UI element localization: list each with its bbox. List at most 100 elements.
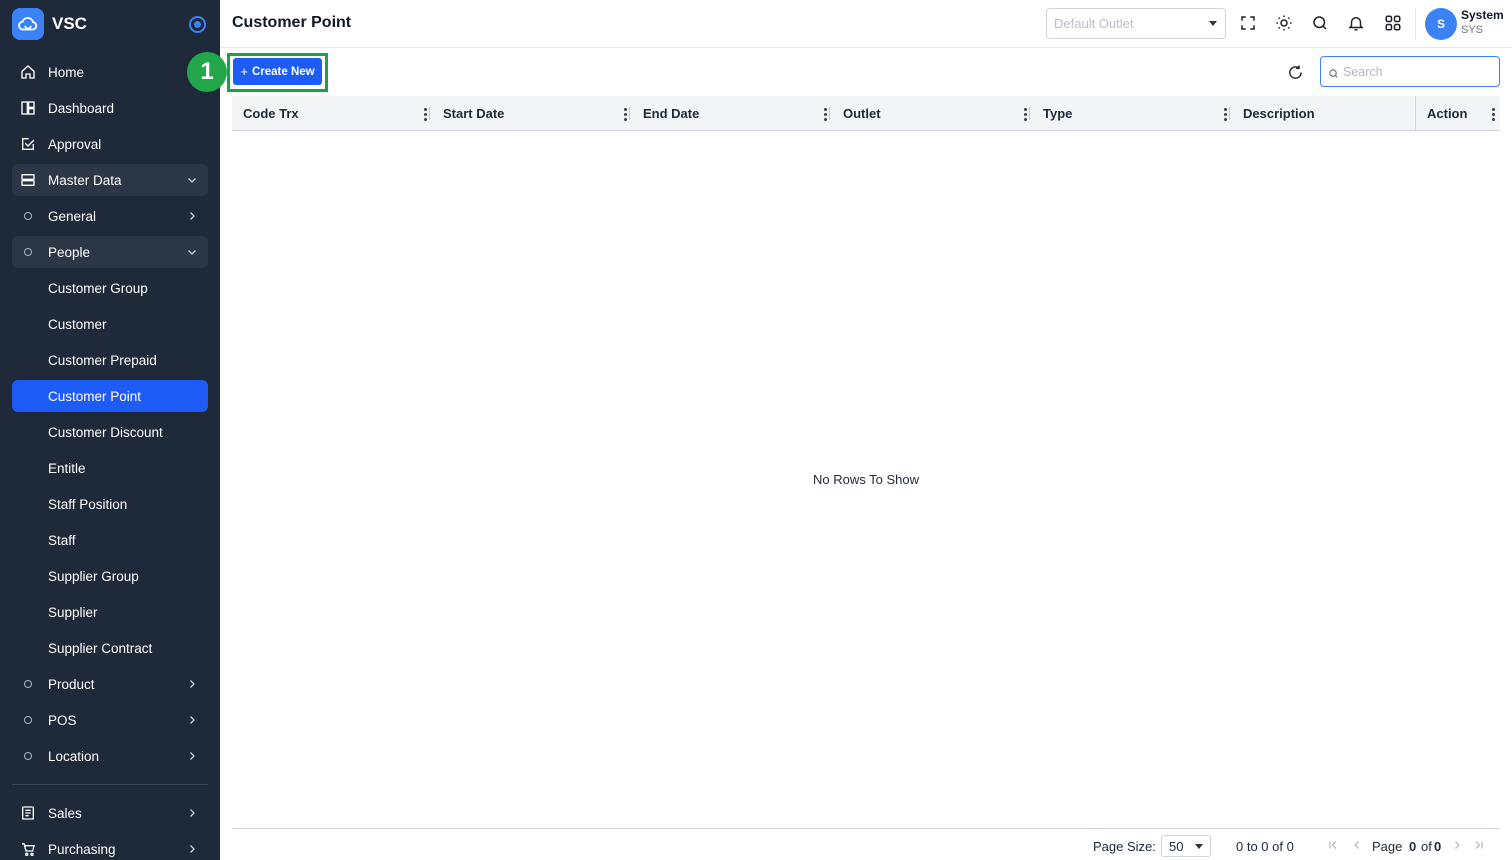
sidebar-item-supplier-contract[interactable]: Supplier Contract — [12, 632, 208, 664]
sidebar-item-label: Master Data — [48, 172, 122, 188]
next-page-icon[interactable] — [1450, 838, 1464, 852]
user-name[interactable]: System — [1461, 8, 1504, 22]
sidebar-item-staff-position[interactable]: Staff Position — [12, 488, 208, 520]
apps-grid-icon[interactable] — [1382, 12, 1404, 34]
create-new-label: Create New — [251, 65, 315, 78]
sidebar-item-label: Customer Group — [48, 280, 148, 296]
sidebar-item-approval[interactable]: Approval — [12, 128, 208, 160]
column-menu-icon[interactable] — [1487, 106, 1499, 122]
column-label: Code Trx — [243, 106, 299, 121]
sidebar-item-label: Customer Discount — [48, 424, 163, 440]
home-icon — [18, 62, 38, 82]
column-header-start-date[interactable]: Start Date — [443, 96, 633, 131]
refresh-icon[interactable] — [1285, 62, 1305, 82]
app-name: VSC — [52, 14, 87, 33]
sidebar-item-location[interactable]: Location — [12, 740, 208, 772]
chevron-right-icon — [184, 712, 200, 728]
column-label: Outlet — [843, 106, 881, 121]
sidebar-item-customer-prepaid[interactable]: Customer Prepaid — [12, 344, 208, 376]
sidebar-toggle-icon[interactable] — [189, 16, 206, 33]
sidebar-item-label: POS — [48, 712, 77, 728]
sidebar-item-customer-group[interactable]: Customer Group — [12, 272, 208, 304]
caret-down-icon — [1209, 21, 1217, 26]
sidebar-item-label: Location — [48, 748, 100, 764]
page-prefix: Page — [1372, 839, 1403, 854]
chevron-right-icon — [184, 676, 200, 692]
column-header-description[interactable]: Description — [1243, 96, 1413, 131]
outlet-select[interactable]: Default Outlet — [1046, 8, 1226, 39]
last-page-icon[interactable] — [1472, 838, 1486, 852]
sidebar-item-label: Staff — [48, 532, 76, 548]
sidebar-item-entitle[interactable]: Entitle — [12, 452, 208, 484]
sidebar-item-master-data[interactable]: Master Data — [12, 164, 208, 196]
chevron-right-icon — [184, 841, 200, 857]
sidebar-item-label: Dashboard — [48, 100, 115, 116]
sidebar-item-label: Sales — [48, 805, 82, 821]
sidebar-item-label: Approval — [48, 136, 102, 152]
sidebar-item-label: Supplier — [48, 604, 98, 620]
sidebar-item-customer-point[interactable]: Customer Point — [12, 380, 208, 412]
sidebar-item-customer-discount[interactable]: Customer Discount — [12, 416, 208, 448]
sidebar-item-sales[interactable]: Sales — [12, 797, 208, 829]
sidebar-item-label: Customer Point — [48, 388, 142, 404]
column-header-end-date[interactable]: End Date — [643, 96, 833, 131]
sidebar-item-staff[interactable]: Staff — [12, 524, 208, 556]
column-separator[interactable] — [1029, 107, 1030, 120]
approval-icon — [18, 134, 38, 154]
sidebar-item-label: Product — [48, 676, 95, 692]
create-new-button[interactable]: + Create New — [233, 58, 322, 85]
brand[interactable]: VSC — [12, 8, 212, 40]
sidebar-item-home[interactable]: Home — [12, 56, 208, 88]
sidebar-item-label: Entitle — [48, 460, 86, 476]
sidebar-item-general[interactable]: General — [12, 200, 208, 232]
column-header-type[interactable]: Type — [1043, 96, 1233, 131]
page-size-label: Page Size: — [1093, 839, 1156, 854]
circle-icon — [18, 746, 38, 766]
column-separator[interactable] — [1229, 107, 1230, 120]
row-range-summary: 0 to 0 of 0 — [1236, 839, 1294, 854]
sidebar-item-label: Home — [48, 64, 85, 80]
search-input[interactable] — [1343, 62, 1493, 81]
sidebar-item-customer[interactable]: Customer — [12, 308, 208, 340]
sidebar-item-purchasing[interactable]: Purchasing — [12, 833, 208, 860]
sidebar-item-label: Supplier Group — [48, 568, 139, 584]
chevron-right-icon — [184, 208, 200, 224]
sidebar-divider — [12, 784, 208, 785]
header-divider — [1415, 8, 1416, 40]
page-size-select[interactable]: 50 — [1161, 835, 1211, 857]
pagination-bar: Page Size: 50 0 to 0 of 0 Page 0 of 0 — [232, 828, 1500, 860]
previous-page-icon[interactable] — [1350, 838, 1364, 852]
avatar[interactable]: S — [1425, 8, 1457, 40]
page-title: Customer Point — [232, 14, 352, 31]
sidebar-item-supplier[interactable]: Supplier — [12, 596, 208, 628]
sidebar-item-dashboard[interactable]: Dashboard — [12, 92, 208, 124]
column-separator[interactable] — [829, 107, 830, 120]
column-header-action[interactable]: Action — [1415, 96, 1500, 131]
dashboard-icon — [18, 98, 38, 118]
first-page-icon[interactable] — [1326, 838, 1340, 852]
empty-grid-message: No Rows To Show — [813, 472, 919, 487]
sidebar-item-people[interactable]: People — [12, 236, 208, 268]
chevron-right-icon — [184, 805, 200, 821]
sidebar-item-pos[interactable]: POS — [12, 704, 208, 736]
column-separator[interactable] — [429, 107, 430, 120]
sidebar-item-label: Customer Prepaid — [48, 352, 157, 368]
top-header: Customer Point Default Outlet S System S… — [220, 0, 1512, 48]
column-header-outlet[interactable]: Outlet — [843, 96, 1033, 131]
total-pages: 0 — [1434, 839, 1442, 854]
current-page: 0 — [1409, 839, 1417, 854]
circle-icon — [18, 710, 38, 730]
sidebar-item-product[interactable]: Product — [12, 668, 208, 700]
column-label: Type — [1043, 106, 1073, 121]
column-label: End Date — [643, 106, 700, 121]
column-header-code-trx[interactable]: Code Trx — [243, 96, 433, 131]
column-separator[interactable] — [629, 107, 630, 120]
sidebar-item-supplier-group[interactable]: Supplier Group — [12, 560, 208, 592]
search-icon[interactable] — [1309, 12, 1331, 34]
circle-icon — [18, 674, 38, 694]
bell-icon[interactable] — [1345, 12, 1367, 34]
sun-theme-icon[interactable] — [1273, 12, 1295, 34]
grid-search[interactable] — [1320, 56, 1500, 87]
fullscreen-icon[interactable] — [1237, 12, 1259, 34]
sidebar-item-label: Customer — [48, 316, 107, 332]
